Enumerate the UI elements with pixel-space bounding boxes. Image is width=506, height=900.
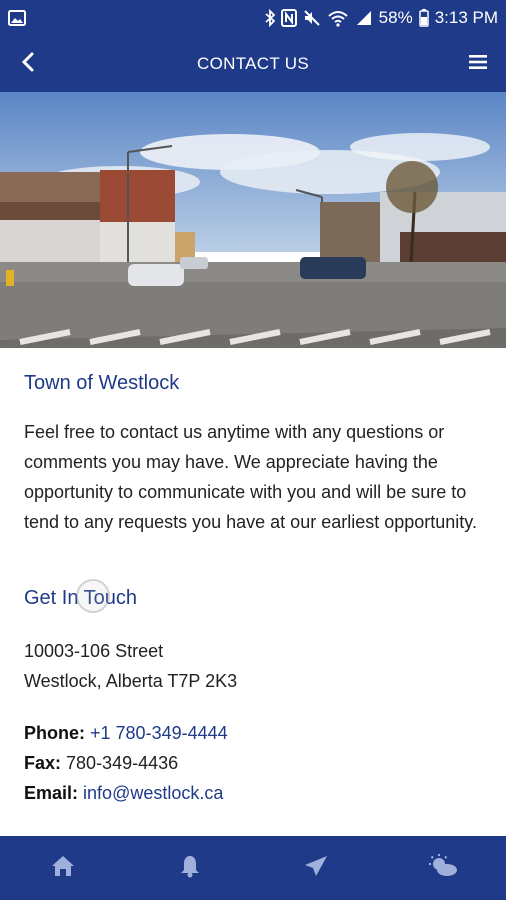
page-title: CONTACT US xyxy=(197,54,309,73)
status-bar: 58% 3:13 PM xyxy=(0,0,506,36)
back-arrow-icon xyxy=(21,52,35,77)
weather-icon xyxy=(427,853,459,883)
back-button[interactable] xyxy=(0,36,56,92)
phone-link[interactable]: +1 780-349-4444 xyxy=(90,723,228,743)
bottom-nav xyxy=(0,836,506,900)
battery-percent: 58% xyxy=(378,8,413,27)
hero-image xyxy=(0,92,506,348)
mute-icon xyxy=(303,9,321,27)
notifications-bell-icon xyxy=(179,854,201,883)
address-line-1: 10003-106 Street xyxy=(24,641,164,661)
get-in-touch-title: Get In Touch xyxy=(24,579,137,613)
wifi-icon xyxy=(327,9,349,27)
intro-body: Feel free to contact us anytime with any… xyxy=(24,422,477,532)
battery-icon xyxy=(418,9,429,27)
send-icon xyxy=(303,854,329,883)
nfc-icon xyxy=(280,9,297,27)
address-line-2: Westlock, Alberta T7P 2K3 xyxy=(24,671,238,691)
status-time: 3:13 PM xyxy=(434,8,498,27)
menu-button[interactable] xyxy=(458,36,498,92)
home-icon xyxy=(50,854,76,883)
touch-ripple xyxy=(76,579,110,613)
phone-line: Phone: +1 780-349-4444 xyxy=(24,718,482,748)
bluetooth-icon xyxy=(265,9,275,27)
email-link[interactable]: info@westlock.ca xyxy=(83,783,223,803)
image-icon xyxy=(8,9,26,27)
content-area[interactable]: Town of Westlock Feel free to contact us… xyxy=(0,348,506,836)
email-label: Email: xyxy=(24,783,79,803)
nav-notifications[interactable] xyxy=(160,836,220,900)
hamburger-menu-icon xyxy=(469,54,487,75)
fax-label: Fax: xyxy=(24,753,62,773)
phone-label: Phone: xyxy=(24,723,85,743)
address-block: 10003-106 Street Westlock, Alberta T7P 2… xyxy=(24,636,482,696)
signal-icon xyxy=(355,9,373,27)
app-bar: CONTACT US xyxy=(0,36,506,92)
nav-home[interactable] xyxy=(33,836,93,900)
fax-line: Fax: 780-349-4436 xyxy=(24,748,482,778)
nav-weather[interactable] xyxy=(413,836,473,900)
contact-lines: Phone: +1 780-349-4444 Fax: 780-349-4436… xyxy=(24,718,482,808)
email-line: Email: info@westlock.ca xyxy=(24,778,482,808)
intro-title: Town of Westlock xyxy=(24,372,180,394)
nav-send[interactable] xyxy=(286,836,346,900)
fax-value: 780-349-4436 xyxy=(66,753,179,773)
